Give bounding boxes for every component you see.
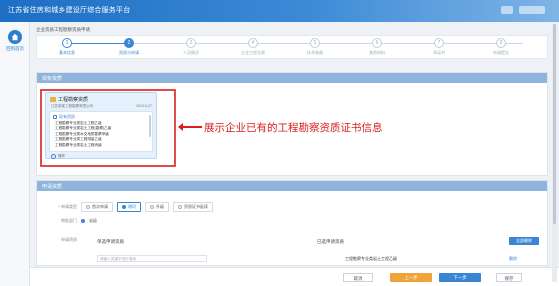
- selected-list-head: 已选申请资质: [317, 239, 344, 244]
- search-input[interactable]: 请输入关键字进行搜索: [97, 255, 207, 262]
- step-other-materials[interactable]: 6 其他材料: [352, 38, 402, 56]
- app-title: 江苏省住房和城乡建设厅综合服务平台: [8, 7, 131, 14]
- sidebar: 回到首页: [0, 22, 30, 286]
- radio-renewal[interactable]: 资质证书延续: [173, 202, 213, 212]
- cancel-button[interactable]: 取消: [343, 273, 373, 282]
- prev-step-button[interactable]: 上一步: [390, 273, 432, 282]
- breadcrumb: 企业资质工程勘察资质申请: [36, 27, 90, 32]
- apply-qual-row: 申请资质: [43, 237, 77, 243]
- step-basic-info[interactable]: 1 基本信息: [42, 38, 92, 56]
- step-progress-bar: 1 基本信息 2 资质与申请 3 人员情况 4 企业工程业绩 5 技术装备 6 …: [36, 35, 548, 59]
- bottom-action-bar: 取消 上一步 下一步 保存: [30, 267, 559, 286]
- home-label: 回到首页: [6, 46, 24, 51]
- approval-dept-row: 审批部门 省级: [43, 218, 97, 224]
- top-header: 江苏省住房和城乡建设厅综合服务平台: [0, 0, 559, 22]
- step-qualification[interactable]: 2 资质与申请: [104, 38, 154, 56]
- approval-dept-radio[interactable]: [81, 219, 85, 223]
- user-name-block[interactable]: [519, 6, 545, 14]
- panel-header: 现有资质: [37, 73, 547, 83]
- avatar[interactable]: [501, 6, 513, 14]
- scrollbar-thumb[interactable]: [553, 24, 556, 224]
- approval-dept-value: 省级: [89, 218, 97, 223]
- page-scrollbar[interactable]: [552, 24, 557, 282]
- annotation-arrow-icon: [178, 123, 202, 131]
- apply-type-label: * 申请类型: [58, 204, 77, 209]
- apply-qualification-panel: 申请资质 * 申请类型 首次申请 增项 升级 资质证书延续 审批部门 省级 申请…: [36, 180, 548, 266]
- selected-item: 工程勘察专业类岩土工程乙级: [345, 256, 397, 261]
- annotation-text: 展示企业已有的工程勘察资质证书信息: [204, 122, 383, 134]
- step-personnel[interactable]: 3 人员情况: [166, 38, 216, 56]
- radio-upgrade[interactable]: 升级: [145, 202, 169, 212]
- delete-all-button[interactable]: 全部删除: [509, 237, 539, 245]
- panel-header: 申请资质: [37, 181, 547, 191]
- apply-qual-label: 申请资质: [61, 237, 77, 242]
- radio-add-item[interactable]: 增项: [117, 202, 141, 212]
- next-step-button[interactable]: 下一步: [439, 273, 481, 282]
- user-area[interactable]: [501, 6, 545, 14]
- radio-first-apply[interactable]: 首次申请: [81, 202, 113, 212]
- home-icon: [8, 30, 22, 44]
- step-submit[interactable]: 8 申请提交: [476, 38, 526, 56]
- delete-link[interactable]: 删除: [509, 256, 517, 262]
- step-equipment[interactable]: 5 技术装备: [290, 38, 340, 56]
- apply-type-row: * 申请类型 首次申请 增项 升级 资质证书延续: [43, 202, 213, 212]
- highlight-rectangle: [40, 89, 176, 167]
- step-performance[interactable]: 4 企业工程业绩: [228, 38, 278, 56]
- single-select-head: 单选申请资质: [97, 239, 124, 244]
- approval-dept-label: 审批部门: [61, 218, 77, 223]
- home-button[interactable]: 回到首页: [4, 30, 26, 52]
- save-button[interactable]: 保存: [496, 273, 522, 282]
- step-commitment[interactable]: 7 承诺书: [414, 38, 464, 56]
